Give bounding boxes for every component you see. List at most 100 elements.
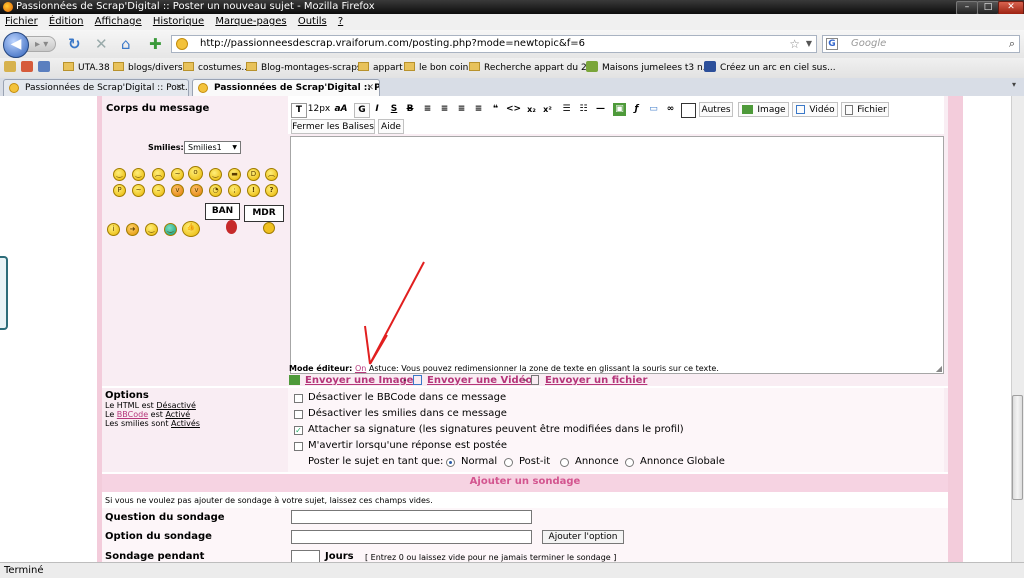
reload-icon[interactable]: ↻ bbox=[68, 36, 81, 52]
menu-fichier[interactable]: Fichier bbox=[5, 14, 38, 30]
poll-duration-input[interactable] bbox=[291, 550, 320, 562]
table-icon[interactable] bbox=[681, 103, 696, 118]
tab-post-2-active[interactable]: Passionnées de Scrap'Digital :: Po... ✕ bbox=[192, 79, 380, 96]
side-widget[interactable] bbox=[0, 256, 8, 330]
numbered-list-icon[interactable]: ☷ bbox=[577, 103, 590, 116]
bookmark-uta38[interactable]: UTA.38 bbox=[63, 58, 110, 78]
font-size-icon[interactable]: aA bbox=[332, 103, 350, 116]
bookmark-blogs-divers[interactable]: blogs/divers bbox=[113, 58, 183, 78]
align-justify-icon[interactable]: ≡ bbox=[472, 103, 485, 116]
quote-icon[interactable]: ❝ bbox=[489, 103, 502, 116]
exclamation-icon[interactable]: ! bbox=[247, 184, 260, 197]
align-left-icon[interactable]: ≡ bbox=[421, 103, 434, 116]
smiley-sad-icon[interactable]: ︵ bbox=[152, 168, 165, 181]
smilies-select[interactable]: Smilies1 ▼ bbox=[184, 141, 241, 154]
smiley-neutral-icon[interactable]: – bbox=[152, 184, 165, 197]
notify-reply-checkbox[interactable] bbox=[294, 442, 303, 451]
menu-help[interactable]: ? bbox=[338, 14, 343, 30]
forward-button[interactable]: ▸ ▾ bbox=[26, 36, 56, 52]
bookmark-maisons-jumelees[interactable]: Maisons jumelees t3 n... bbox=[586, 58, 711, 78]
close-tags-button[interactable]: Fermer les Balises bbox=[291, 119, 375, 134]
bookmark-recherche-appart[interactable]: Recherche appart du 2... bbox=[469, 58, 595, 78]
tab-post-1[interactable]: Passionnées de Scrap'Digital :: Post... … bbox=[3, 79, 189, 96]
smiley-happy-icon[interactable]: ‿ bbox=[113, 168, 126, 181]
close-tab-icon[interactable]: ✕ bbox=[366, 80, 374, 96]
smiley-confused-icon[interactable]: ~ bbox=[171, 168, 184, 181]
smiley-wink-icon[interactable]: ; bbox=[228, 184, 241, 197]
bookmark-icon-1[interactable] bbox=[4, 58, 20, 78]
smiley-lol-icon[interactable]: D bbox=[247, 168, 260, 181]
bookmark-icon-3[interactable] bbox=[38, 58, 54, 78]
close-tab-icon[interactable]: ✕ bbox=[175, 80, 183, 96]
smiley-cry-icon[interactable]: ︵ bbox=[265, 168, 278, 181]
video-icon[interactable]: ▭ bbox=[647, 103, 660, 116]
autres-button[interactable]: Autres bbox=[699, 102, 733, 117]
strike-button[interactable]: B bbox=[404, 103, 416, 116]
help-button[interactable]: Aide bbox=[378, 119, 404, 134]
search-box[interactable]: G Google ⌕ bbox=[822, 35, 1020, 53]
bookmark-blog-montages[interactable]: Blog-montages-scraps bbox=[246, 58, 362, 78]
menu-outils[interactable]: Outils bbox=[298, 14, 327, 30]
smiley-shocked-icon[interactable]: o bbox=[188, 166, 203, 181]
mdr-smiley-icon[interactable] bbox=[263, 222, 275, 234]
disable-bbcode-checkbox[interactable] bbox=[294, 394, 303, 403]
bookmark-icon-2[interactable] bbox=[21, 58, 37, 78]
ban-sign-icon[interactable]: BAN bbox=[205, 203, 240, 220]
menu-marque-pages[interactable]: Marque-pages bbox=[215, 14, 286, 30]
minimize-button[interactable]: – bbox=[956, 1, 978, 15]
maximize-button[interactable]: □ bbox=[977, 1, 999, 15]
smiley-grin-icon[interactable]: ‿ bbox=[132, 168, 145, 181]
video-button[interactable]: Vidéo bbox=[792, 102, 838, 117]
align-center-icon[interactable]: ≡ bbox=[438, 103, 451, 116]
smiley-mr-green-icon[interactable]: ‿ bbox=[145, 223, 158, 236]
bookmark-creez-arc[interactable]: Créez un arc en ciel sus... bbox=[704, 58, 836, 78]
attach-signature-checkbox[interactable]: ✓ bbox=[294, 426, 303, 435]
upload-video-link[interactable]: Envoyer une Vidéo bbox=[427, 375, 532, 386]
add-option-button[interactable]: Ajouter l'option bbox=[542, 530, 624, 544]
tab-list-icon[interactable]: ▾ bbox=[1012, 80, 1016, 89]
subscript-icon[interactable]: x₂ bbox=[525, 103, 538, 116]
search-icon[interactable]: ⌕ bbox=[1009, 36, 1015, 52]
post-type-annonce-radio[interactable] bbox=[560, 458, 569, 467]
poll-option-input[interactable] bbox=[291, 530, 532, 544]
align-right-icon[interactable]: ≡ bbox=[455, 103, 468, 116]
idea-icon[interactable]: i bbox=[107, 223, 120, 236]
post-type-postit-radio[interactable] bbox=[504, 458, 513, 467]
mdr-sign-icon[interactable]: MDR bbox=[244, 205, 284, 222]
close-window-button[interactable]: ✕ bbox=[998, 1, 1024, 15]
insert-image-icon[interactable]: ▣ bbox=[613, 103, 626, 116]
bookmark-le-bon-coin[interactable]: le bon coin bbox=[404, 58, 468, 78]
arrow-icon[interactable]: ➜ bbox=[126, 223, 139, 236]
superscript-icon[interactable]: x² bbox=[541, 103, 554, 116]
menu-historique[interactable]: Historique bbox=[153, 14, 204, 30]
flash-icon[interactable]: ƒ bbox=[630, 103, 643, 116]
horizontal-rule-icon[interactable]: — bbox=[594, 103, 607, 116]
font-color-icon[interactable]: T bbox=[291, 103, 307, 118]
post-type-global-radio[interactable] bbox=[625, 458, 634, 467]
smiley-cool-icon[interactable]: ▬ bbox=[228, 168, 241, 181]
google-icon[interactable]: G bbox=[826, 38, 838, 50]
address-bar[interactable]: http://passionneesdescrap.vraiforum.com/… bbox=[171, 35, 817, 53]
image-button[interactable]: Image bbox=[738, 102, 789, 117]
fichier-button[interactable]: Fichier bbox=[841, 102, 889, 117]
menu-edition[interactable]: Édition bbox=[49, 14, 84, 30]
url-dropdown-icon[interactable]: ▼ bbox=[806, 36, 812, 52]
disable-smilies-checkbox[interactable] bbox=[294, 410, 303, 419]
bullet-list-icon[interactable]: ☰ bbox=[560, 103, 573, 116]
thumbs-up-icon[interactable]: 👍 bbox=[182, 221, 200, 237]
italic-button[interactable]: I bbox=[371, 103, 383, 116]
upload-file-link[interactable]: Envoyer un fichier bbox=[545, 375, 647, 386]
bold-button[interactable]: G bbox=[354, 103, 370, 118]
ban-smiley-icon[interactable] bbox=[226, 220, 237, 234]
smiley-smile-icon[interactable]: ‿ bbox=[209, 168, 222, 181]
home-icon[interactable]: ⌂ bbox=[121, 36, 131, 52]
post-type-normal-radio[interactable] bbox=[446, 458, 455, 467]
smiley-tongue-icon[interactable]: P bbox=[113, 184, 126, 197]
smiley-rolleyes-icon[interactable]: ◔ bbox=[209, 184, 222, 197]
code-icon[interactable]: <> bbox=[506, 103, 521, 116]
smiley-embarrassed-icon[interactable]: ~ bbox=[132, 184, 145, 197]
menu-affichage[interactable]: Affichage bbox=[95, 14, 142, 30]
stop-icon[interactable]: ✕ bbox=[95, 36, 108, 52]
bookmark-appart[interactable]: appart bbox=[358, 58, 403, 78]
bbcode-link[interactable]: BBCode bbox=[117, 410, 148, 419]
